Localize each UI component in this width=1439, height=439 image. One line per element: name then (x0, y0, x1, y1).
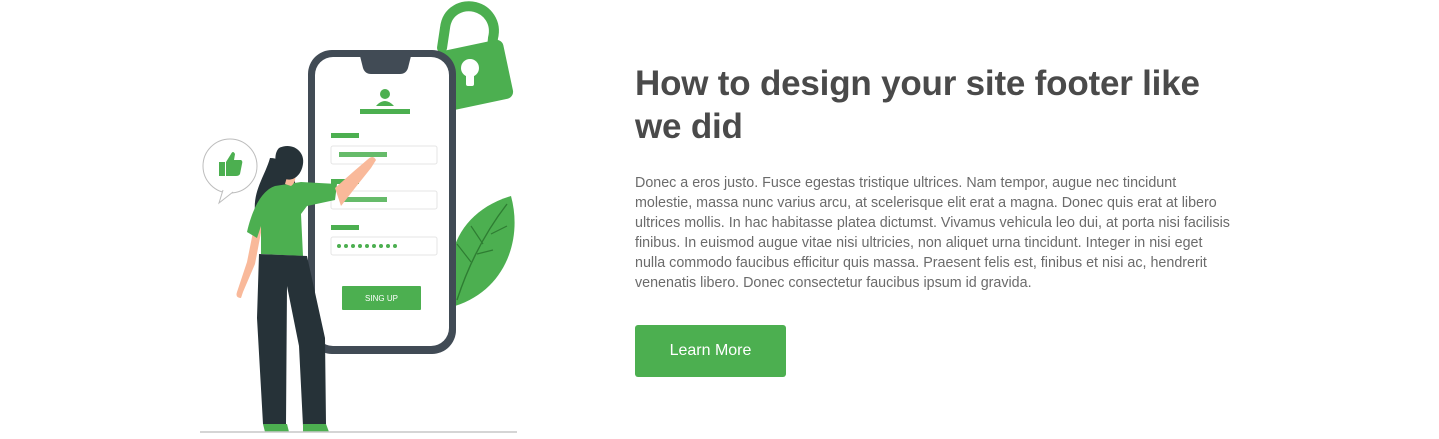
article-section: How to design your site footer like we d… (635, 62, 1235, 377)
hero-illustration: SING UP (195, 0, 525, 434)
phone-mockup: SING UP (308, 50, 456, 354)
signup-label: SING UP (365, 294, 398, 303)
thumbs-up-bubble (202, 138, 258, 205)
leaf-icon (449, 196, 515, 306)
headline: How to design your site footer like we d… (635, 64, 1200, 146)
body-paragraph: Donec a eros justo. Fusce egestas tristi… (635, 175, 1230, 291)
user-icon (380, 89, 390, 99)
learn-more-button[interactable]: Learn More (635, 325, 786, 377)
